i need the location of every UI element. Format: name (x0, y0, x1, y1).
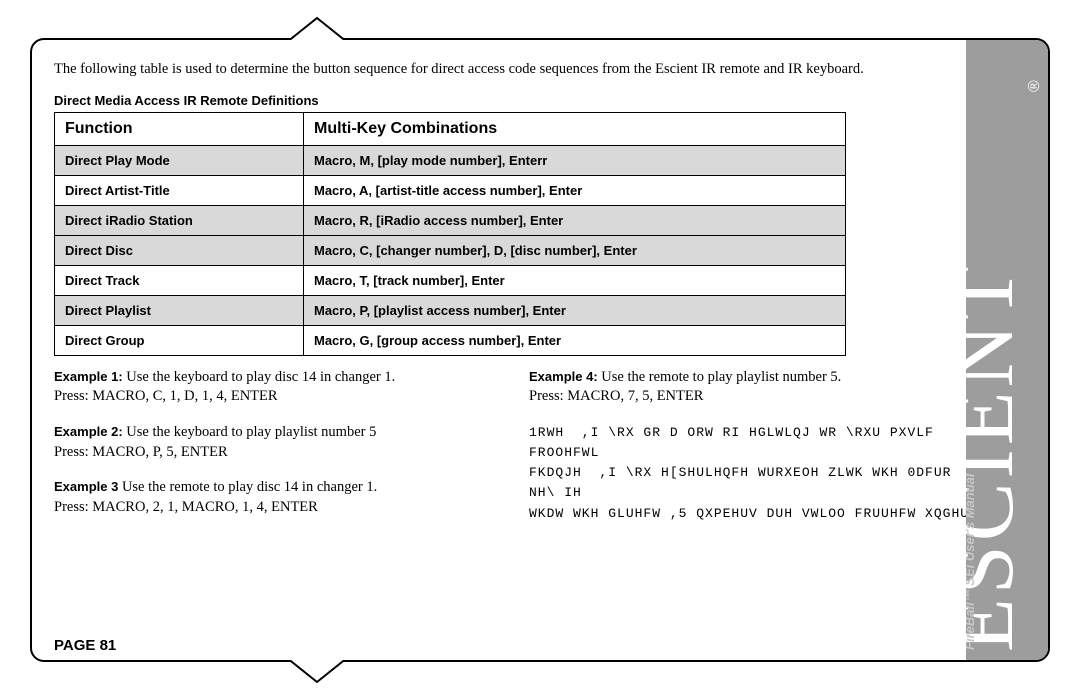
cell-function: Direct Play Mode (55, 145, 304, 175)
cell-function: Direct Disc (55, 235, 304, 265)
page-number: PAGE 81 (54, 637, 116, 654)
table-row: Direct Artist-TitleMacro, A, [artist-tit… (55, 175, 846, 205)
cell-combo: Macro, C, [changer number], D, [disc num… (304, 235, 846, 265)
top-notch-icon (287, 16, 347, 42)
example-press: Press: MACRO, 2, 1, MACRO, 1, 4, ENTER (54, 499, 318, 515)
brand-logo: ESCIENT ® FireBall™ SEi User's Manual (966, 40, 1048, 660)
example-block: Example 3 Use the remote to play disc 14… (54, 478, 499, 517)
examples-section: Example 1: Use the keyboard to play disc… (54, 368, 974, 533)
table-row: Direct Play ModeMacro, M, [play mode num… (55, 145, 846, 175)
example-text: Use the keyboard to play disc 14 in chan… (126, 369, 395, 385)
example-text: Use the remote to play disc 14 in change… (122, 479, 377, 495)
example-press: Press: MACRO, P, 5, ENTER (54, 444, 228, 460)
table-row: Direct PlaylistMacro, P, [playlist acces… (55, 295, 846, 325)
example-text: Use the remote to play playlist number 5… (601, 369, 841, 385)
intro-text: The following table is used to determine… (54, 60, 974, 79)
example-press: Press: MACRO, 7, 5, ENTER (529, 388, 703, 404)
example-block: Example 1: Use the keyboard to play disc… (54, 368, 499, 407)
cell-combo: Macro, G, [group access number], Enter (304, 325, 846, 355)
cell-function: Direct Playlist (55, 295, 304, 325)
example-text: Use the keyboard to play playlist number… (126, 424, 376, 440)
cell-combo: Macro, A, [artist-title access number], … (304, 175, 846, 205)
example-block: Example 4: Use the remote to play playli… (529, 368, 974, 407)
cell-combo: Macro, T, [track number], Enter (304, 265, 846, 295)
bottom-notch-icon (287, 658, 347, 684)
cell-combo: Macro, P, [playlist access number], Ente… (304, 295, 846, 325)
example-press: Press: MACRO, C, 1, D, 1, 4, ENTER (54, 388, 278, 404)
registered-icon: ® (1026, 80, 1043, 92)
example-label: Example 3 (54, 479, 122, 494)
cell-function: Direct Track (55, 265, 304, 295)
table-row: Direct TrackMacro, T, [track number], En… (55, 265, 846, 295)
brand-sidebar: ESCIENT ® FireBall™ SEi User's Manual (966, 40, 1048, 660)
cell-function: Direct Group (55, 325, 304, 355)
cell-function: Direct iRadio Station (55, 205, 304, 235)
scrambled-note: 1RWH ,I \RX GR D ORW RI HGLWLQJ WR \RXU … (529, 423, 974, 524)
cell-combo: Macro, M, [play mode number], Enterr (304, 145, 846, 175)
cell-combo: Macro, R, [iRadio access number], Enter (304, 205, 846, 235)
table-row: Direct DiscMacro, C, [changer number], D… (55, 235, 846, 265)
table-row: Direct iRadio StationMacro, R, [iRadio a… (55, 205, 846, 235)
table-row: Direct GroupMacro, G, [group access numb… (55, 325, 846, 355)
example-block: Example 2: Use the keyboard to play play… (54, 423, 499, 462)
example-label: Example 1: (54, 369, 126, 384)
header-function: Function (55, 112, 304, 145)
example-label: Example 2: (54, 424, 126, 439)
header-combo: Multi-Key Combinations (304, 112, 846, 145)
cell-function: Direct Artist-Title (55, 175, 304, 205)
table-title: Direct Media Access IR Remote Definition… (54, 93, 974, 108)
table-header-row: Function Multi-Key Combinations (55, 112, 846, 145)
product-line-text: FireBall™ SEi User's Manual (966, 473, 977, 650)
definitions-table: Function Multi-Key Combinations Direct P… (54, 112, 846, 356)
example-label: Example 4: (529, 369, 601, 384)
